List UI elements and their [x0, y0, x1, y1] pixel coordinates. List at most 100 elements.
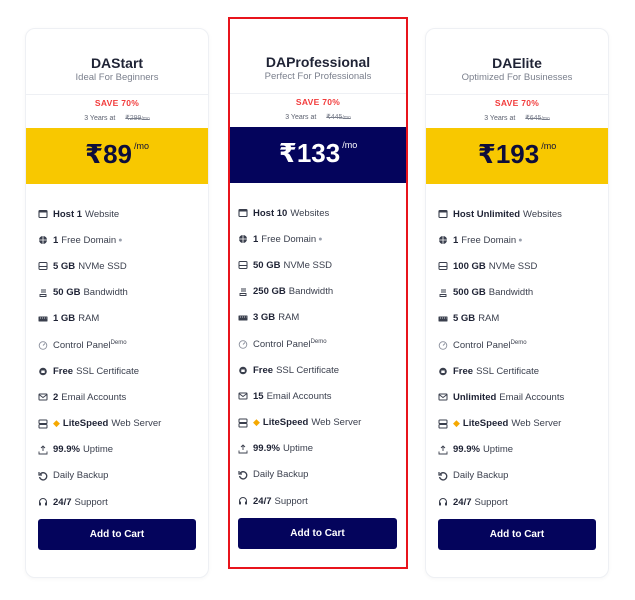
bandwidth-icon	[438, 288, 448, 298]
info-icon[interactable]: ●	[318, 236, 322, 243]
feature-text: Web Server	[111, 418, 162, 430]
feature-list: Host 10 Websites 1 Free Domain ● 50 GB NVMe …	[238, 200, 398, 514]
price-value: ₹193	[477, 139, 540, 169]
feature-highlight: 24/7	[53, 496, 72, 508]
ram-icon	[438, 314, 448, 324]
feature-highlight: 3 GB	[253, 312, 276, 324]
feature-text: Email Accounts	[61, 391, 127, 403]
price-value: ₹89	[84, 139, 132, 169]
ssl-icon	[38, 366, 48, 376]
feature-text: Support	[474, 496, 508, 508]
bandwidth-icon	[238, 287, 248, 297]
globe-icon	[38, 235, 48, 245]
feature-item: ◆ LiteSpeed Web Server	[238, 410, 398, 436]
add-to-cart-button[interactable]: Add to Cart	[38, 519, 196, 550]
plan-card-dastart: DAStart Ideal For Beginners SAVE 70% 3 Ye…	[25, 28, 209, 578]
feature-highlight: LiteSpeed	[262, 417, 309, 429]
feature-item: Host 1 Website	[38, 201, 200, 227]
feature-highlight: 24/7	[253, 495, 272, 507]
server-icon	[238, 418, 248, 428]
litespeed-logo-icon: ◆	[53, 418, 60, 429]
feature-text: Bandwidth	[83, 287, 128, 299]
price-unit: /mo	[342, 140, 358, 150]
feature-text: Support	[74, 496, 108, 508]
feature-highlight: 1	[253, 233, 259, 245]
ram-icon	[38, 314, 48, 324]
email-icon	[438, 392, 448, 402]
feature-highlight: Free	[253, 364, 274, 376]
email-icon	[38, 392, 48, 402]
plan-card-daelite: DAElite Optimized For Businesses SAVE 70%…	[425, 28, 609, 578]
globe-icon	[438, 235, 448, 245]
feature-highlight: 99.9%	[253, 443, 280, 455]
original-price-unit: /mo	[342, 115, 351, 121]
feature-text: Email Accounts	[266, 390, 332, 402]
ssl-icon	[438, 366, 448, 376]
feature-item: 2 Email Accounts	[38, 384, 200, 410]
demo-link[interactable]: Demo	[311, 339, 327, 345]
add-to-cart-button[interactable]: Add to Cart	[238, 518, 397, 549]
info-icon[interactable]: ●	[118, 237, 122, 244]
feature-item: Free SSL Certificate	[238, 357, 398, 383]
ssd-icon	[38, 261, 48, 271]
feature-text: Websites	[523, 208, 562, 220]
feature-item: ◆ LiteSpeed Web Server	[38, 411, 200, 437]
price: ₹89/mo	[85, 139, 149, 170]
feature-text: NVMe SSD	[78, 260, 127, 272]
feature-item: 50 GB Bandwidth	[38, 280, 200, 306]
feature-item: 24/7 Support	[38, 489, 200, 515]
original-price-unit: /mo	[541, 116, 550, 122]
original-price-value: ₹299	[125, 115, 142, 122]
feature-highlight: 1	[53, 234, 59, 246]
feature-list: Host 1 Website 1 Free Domain ● 5 GB NVMe SSD…	[38, 201, 200, 515]
feature-text: SSL Certificate	[76, 365, 140, 377]
feature-highlight: LiteSpeed	[62, 418, 109, 430]
feature-text: Daily Backup	[453, 470, 509, 482]
feature-highlight: Free	[53, 365, 74, 377]
demo-link[interactable]: Demo	[111, 340, 127, 346]
ram-icon	[238, 313, 248, 323]
feature-text: RAM	[478, 313, 500, 325]
litespeed-logo-icon: ◆	[453, 418, 460, 429]
add-to-cart-button[interactable]: Add to Cart	[438, 519, 596, 550]
browser-window-icon	[438, 209, 448, 219]
feature-item: Unlimited Email Accounts	[438, 384, 600, 410]
ssd-icon	[438, 261, 448, 271]
feature-item: 500 GB Bandwidth	[438, 280, 600, 306]
info-icon[interactable]: ●	[518, 237, 522, 244]
plan-name: DAElite	[492, 55, 542, 71]
headset-icon	[238, 496, 248, 506]
feature-item: 15 Email Accounts	[238, 383, 398, 409]
feature-item: 1 GB RAM	[38, 306, 200, 332]
plan-tagline: Ideal For Beginners	[75, 72, 159, 83]
original-price-unit: /mo	[141, 116, 150, 122]
original-price-value: ₹645	[525, 115, 542, 122]
plan-tagline: Optimized For Businesses	[461, 72, 573, 83]
feature-item: Host 10 Websites	[238, 200, 398, 226]
original-price: ₹299/mo	[125, 115, 149, 122]
dashboard-icon	[238, 339, 248, 349]
globe-icon	[238, 234, 248, 244]
term-price: 3 Years at ₹645/mo	[426, 114, 608, 122]
price: ₹193/mo	[478, 139, 557, 170]
feature-item: Control Panel Demo	[238, 331, 398, 357]
feature-text: Bandwidth	[488, 287, 534, 299]
original-price: ₹445/mo	[326, 114, 350, 121]
ssd-icon	[238, 260, 248, 270]
feature-item: 24/7 Support	[238, 488, 398, 514]
feature-highlight: 500 GB	[453, 287, 486, 299]
demo-link[interactable]: Demo	[511, 340, 527, 346]
feature-text: RAM	[278, 312, 300, 324]
price: ₹133/mo	[279, 138, 358, 169]
feature-text: Support	[274, 495, 308, 507]
feature-item: Host Unlimited Websites	[438, 201, 600, 227]
backup-icon	[238, 470, 248, 480]
feature-text: Websites	[290, 207, 330, 219]
feature-highlight: 2	[53, 391, 59, 403]
feature-highlight: 50 GB	[253, 259, 281, 271]
save-badge: SAVE 70%	[94, 98, 140, 108]
feature-highlight: 50 GB	[53, 287, 81, 299]
feature-item: Daily Backup	[38, 463, 200, 489]
feature-text: Bandwidth	[288, 286, 334, 298]
feature-text: Free Domain	[261, 233, 317, 245]
